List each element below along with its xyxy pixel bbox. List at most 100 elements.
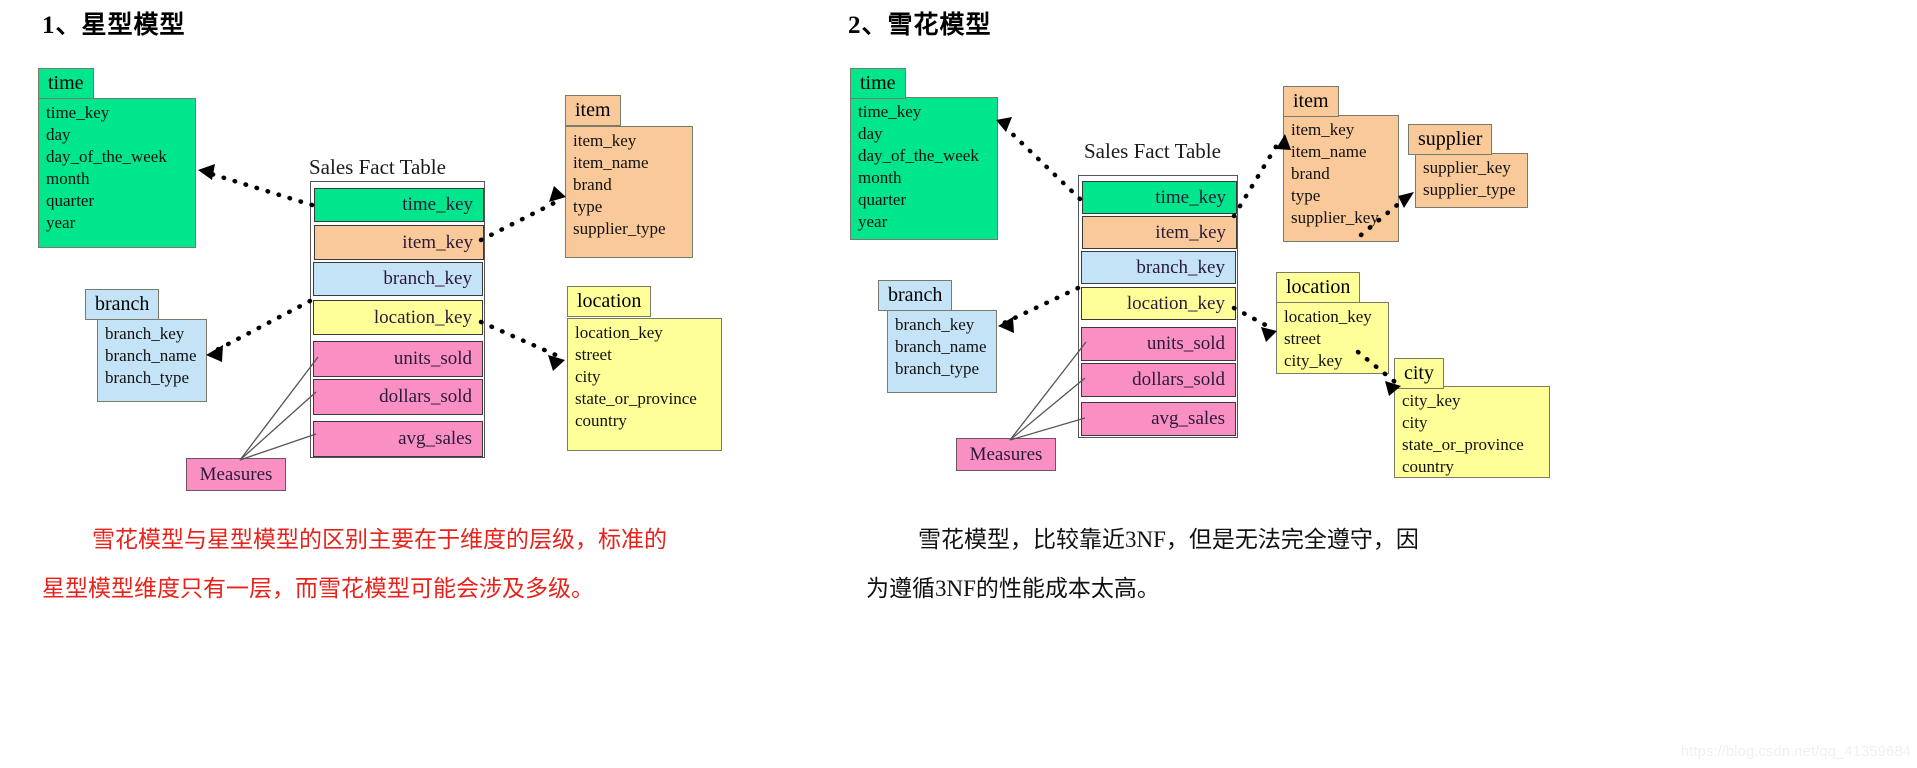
arrow-time — [996, 117, 1012, 132]
field: item_name — [573, 152, 649, 172]
field: branch_type — [895, 358, 980, 378]
fact-row-location-key: location_key — [1081, 287, 1236, 320]
entity-branch-snow: branch branch_key branch_name branch_typ… — [878, 280, 1000, 393]
field: branch_type — [105, 367, 190, 387]
entity-item-star: item item_key item_name brand type suppl… — [565, 95, 693, 258]
field: year — [858, 211, 888, 231]
snowflake-caption-line2: 为遵循3NF的性能成本太高。 — [866, 576, 1160, 601]
snowflake-caption-line1: 雪花模型，比较靠近3NF，但是无法完全遵守，因 — [918, 527, 1419, 552]
field: city — [575, 366, 601, 386]
snowflake-model-title: 2、雪花模型 — [848, 12, 992, 39]
star-model-panel: 1、星型模型 time time_key day day_of_the_week… — [0, 0, 958, 768]
field: type — [573, 196, 603, 216]
entity-time-snow: time time_key day day_of_the_week month … — [850, 68, 998, 240]
link-fact-to-branch — [210, 298, 313, 355]
link-fact-to-time — [202, 169, 315, 208]
fact-row-time-key: time_key — [314, 188, 484, 222]
field: branch_key — [895, 315, 975, 334]
star-model-title: 1、星型模型 — [42, 12, 186, 39]
entity-item-star-header: item — [565, 95, 621, 126]
fact-row-dollars-sold: dollars_sold — [313, 379, 483, 415]
arrow-item — [549, 186, 566, 202]
field: time_key — [46, 103, 110, 122]
entity-location-snow: location location_key street city_key — [1276, 272, 1389, 374]
fact-row-branch-key: branch_key — [1081, 251, 1236, 284]
measures-box-snow: Measures — [956, 438, 1056, 471]
entity-branch-snow-header: branch — [878, 280, 953, 311]
link-fact-to-item — [478, 197, 563, 243]
field: day — [46, 124, 71, 144]
field: month — [858, 167, 902, 187]
sales-fact-table-snow-title: Sales Fact Table — [1084, 139, 1221, 163]
field: state_or_province — [1402, 434, 1524, 454]
link-fact-to-item — [1231, 137, 1283, 219]
link-fact-to-time — [1000, 122, 1083, 202]
field: city — [1402, 412, 1428, 432]
entity-location-star-header: location — [567, 286, 652, 317]
entity-time-star-header: time — [38, 68, 94, 99]
arrow-location — [1261, 327, 1277, 342]
fact-row-time-key: time_key — [1082, 181, 1237, 214]
entity-city-snow: city city_key city state_or_province cou… — [1394, 358, 1550, 478]
fact-row-units-sold: units_sold — [313, 341, 483, 377]
entity-item-snow-header: item — [1283, 86, 1339, 117]
field: state_or_province — [575, 388, 697, 408]
field: item_name — [1291, 141, 1367, 161]
field: time_key — [858, 102, 922, 121]
entity-supplier-snow-header: supplier — [1408, 124, 1493, 155]
measures-leader-lines — [1009, 341, 1087, 441]
field: day_of_the_week — [858, 145, 979, 165]
field: quarter — [858, 189, 907, 209]
measures-leader-lines — [239, 356, 319, 461]
field: supplier_type — [573, 218, 666, 238]
link-fact-to-location — [1231, 305, 1274, 331]
measures-box-star: Measures — [186, 458, 286, 491]
arrow-time — [198, 164, 215, 180]
field: day — [858, 123, 883, 143]
arrow-location — [548, 355, 565, 371]
field: supplier_type — [1423, 179, 1516, 199]
field: supplier_key — [1291, 207, 1379, 227]
link-fact-to-branch — [1001, 285, 1081, 326]
field: country — [575, 410, 627, 430]
entity-branch-star: branch branch_key branch_name branch_typ… — [85, 289, 207, 402]
field: street — [575, 344, 612, 364]
entity-supplier-snow: supplier supplier_key supplier_type — [1408, 124, 1528, 208]
star-caption-line1: 雪花模型与星型模型的区别主要在于维度的层级，标准的 — [92, 527, 667, 552]
field: quarter — [46, 190, 95, 210]
fact-row-location-key: location_key — [313, 300, 483, 335]
link-fact-to-location — [478, 319, 561, 359]
entity-time-star: time time_key day day_of_the_week month … — [38, 68, 196, 248]
field: brand — [1291, 163, 1330, 183]
field: location_key — [1284, 307, 1372, 326]
field: location_key — [575, 323, 663, 342]
sales-fact-table-star-title: Sales Fact Table — [309, 155, 446, 179]
field: city_key — [1402, 391, 1461, 410]
field: brand — [573, 174, 612, 194]
field: branch_name — [105, 345, 197, 365]
field: branch_name — [895, 336, 987, 356]
arrow-branch — [998, 317, 1014, 333]
fact-row-item-key: item_key — [1082, 216, 1237, 249]
field: item_key — [573, 131, 637, 150]
entity-branch-star-header: branch — [85, 289, 160, 320]
field: supplier_key — [1423, 158, 1511, 177]
snowflake-model-panel: 2、雪花模型 time time_key day day_of_the_week… — [848, 0, 1917, 768]
field: day_of_the_week — [46, 146, 167, 166]
field: month — [46, 168, 90, 188]
entity-city-snow-header: city — [1394, 358, 1444, 389]
fact-row-units-sold: units_sold — [1081, 327, 1236, 361]
fact-row-branch-key: branch_key — [313, 262, 483, 296]
field: country — [1402, 456, 1454, 476]
field: item_key — [1291, 120, 1355, 139]
fact-row-item-key: item_key — [314, 225, 484, 260]
entity-item-snow: item item_key item_name brand type suppl… — [1283, 86, 1399, 242]
entity-location-snow-header: location — [1276, 272, 1361, 303]
field: type — [1291, 185, 1321, 205]
fact-row-avg-sales: avg_sales — [313, 421, 483, 457]
entity-time-snow-header: time — [850, 68, 906, 99]
entity-location-star: location location_key street city state_… — [567, 286, 722, 451]
field: street — [1284, 328, 1321, 348]
fact-row-avg-sales: avg_sales — [1081, 402, 1236, 436]
arrow-branch — [206, 345, 223, 362]
